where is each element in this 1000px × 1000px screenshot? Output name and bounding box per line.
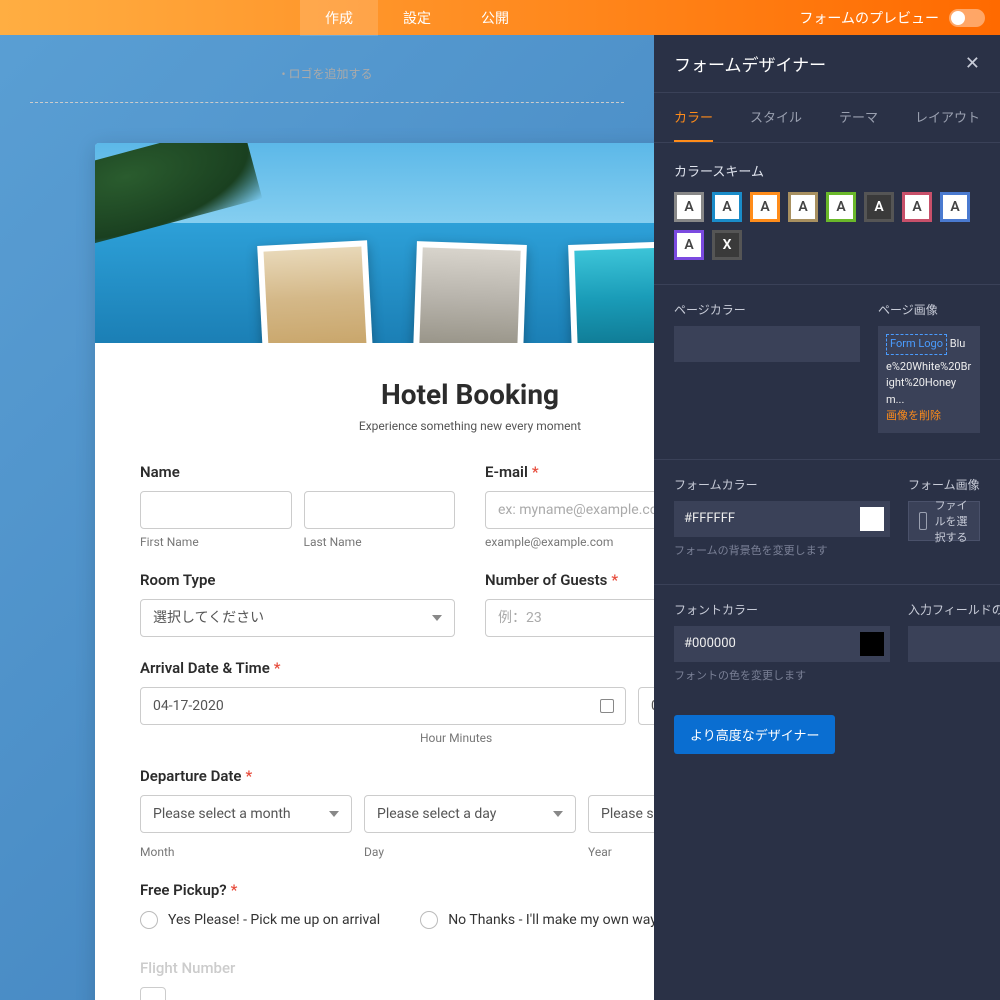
hero-photo — [257, 240, 373, 343]
dep-day-select[interactable]: Please select a day — [364, 795, 576, 833]
preview-label: フォームのプレビュー — [799, 8, 939, 28]
preview-toggle[interactable] — [949, 9, 985, 27]
page-color-input[interactable] — [674, 326, 860, 362]
pickup-yes-option[interactable]: Yes Please! - Pick me up on arrival — [140, 911, 380, 929]
form-title: Hotel Booking — [140, 378, 654, 411]
add-logo-hint[interactable]: • ロゴを追加する — [30, 35, 624, 103]
input-bg-input[interactable] — [908, 626, 1000, 662]
flight-number-label: Flight Number — [140, 959, 654, 977]
email-label: E-mail* — [485, 463, 654, 481]
hero-photo — [568, 241, 654, 343]
room-type-select[interactable]: 選択してください — [140, 599, 455, 637]
dep-year-select[interactable]: Please select a year — [588, 795, 654, 833]
color-swatch[interactable]: A — [826, 192, 856, 222]
panel-title: フォームデザイナー — [674, 51, 826, 76]
radio-icon — [140, 911, 158, 929]
tab-layout[interactable]: レイアウト — [915, 93, 980, 142]
form-card: Hotel Booking Experience something new e… — [95, 143, 654, 1000]
form-color-hint: フォームの背景色を変更します — [674, 543, 890, 558]
dep-month-sub: Month — [140, 845, 352, 859]
tab-theme[interactable]: テーマ — [839, 93, 878, 142]
nav-build[interactable]: 作成 — [300, 0, 378, 36]
color-chip — [860, 632, 884, 656]
nav-publish[interactable]: 公開 — [456, 0, 534, 36]
page-color-label: ページカラー — [674, 301, 860, 318]
dep-year-sub: Year — [588, 845, 654, 859]
canvas: • ロゴを追加する Hotel Booking Experience somet… — [0, 35, 654, 1000]
dep-day-sub: Day — [364, 845, 576, 859]
close-icon[interactable]: ✕ — [965, 53, 980, 74]
topbar-nav: 作成 設定 公開 — [300, 0, 534, 36]
remove-image-link[interactable]: 画像を削除 — [886, 409, 941, 422]
form-color-input[interactable] — [674, 501, 890, 537]
input-bg-label: 入力フィールドの背景 — [908, 601, 1000, 618]
color-swatch[interactable]: A — [864, 192, 894, 222]
calendar-icon[interactable] — [600, 699, 614, 713]
font-color-label: フォントカラー — [674, 601, 890, 618]
topbar-right: フォームのプレビュー — [799, 8, 1000, 28]
dep-month-select[interactable]: Please select a month — [140, 795, 352, 833]
arrival-date-input[interactable] — [140, 687, 626, 725]
image-icon — [919, 512, 927, 530]
form-subtitle: Experience something new every moment — [140, 419, 654, 433]
first-name-sublabel: First Name — [140, 535, 292, 549]
pickup-no-option[interactable]: No Thanks - I'll make my own way — [420, 911, 654, 929]
tab-color[interactable]: カラー — [674, 93, 713, 142]
form-color-label: フォームカラー — [674, 476, 890, 493]
guests-label: Number of Guests* — [485, 571, 654, 589]
page-image-preview[interactable]: Form Logo Blue%20White%20Bright%20Honeym… — [878, 326, 980, 433]
color-swatch[interactable]: X — [712, 230, 742, 260]
arrival-label: Arrival Date & Time* — [140, 659, 654, 677]
pickup-label: Free Pickup?* — [140, 881, 654, 899]
name-label: Name — [140, 463, 455, 481]
room-type-label: Room Type — [140, 571, 455, 589]
first-name-input[interactable] — [140, 491, 292, 529]
hero-banner — [95, 143, 654, 343]
page-image-label: ページ画像 — [878, 301, 980, 318]
color-swatch[interactable]: A — [750, 192, 780, 222]
image-placeholder-icon: Form Logo — [886, 334, 947, 355]
color-chip — [860, 507, 884, 531]
hero-photo — [413, 241, 527, 343]
color-swatch[interactable]: A — [940, 192, 970, 222]
email-input[interactable] — [485, 491, 654, 529]
color-swatch[interactable]: A — [788, 192, 818, 222]
arrival-time-input[interactable] — [638, 687, 654, 725]
designer-panel: フォームデザイナー ✕ カラー スタイル テーマ レイアウト カラースキーム A… — [654, 35, 1000, 1000]
color-scheme-label: カラースキーム — [674, 161, 980, 180]
nav-settings[interactable]: 設定 — [378, 0, 456, 36]
topbar: 作成 設定 公開 フォームのプレビュー — [0, 0, 1000, 35]
email-hint: example@example.com — [485, 535, 654, 549]
color-swatch[interactable]: A — [674, 192, 704, 222]
color-swatch[interactable]: A — [712, 192, 742, 222]
color-swatch[interactable]: A — [902, 192, 932, 222]
font-color-input[interactable] — [674, 626, 890, 662]
tab-style[interactable]: スタイル — [750, 93, 802, 142]
color-swatch[interactable]: A — [674, 230, 704, 260]
flight-number-input[interactable] — [140, 987, 166, 1000]
swatch-grid: AAAAAAAAAX — [674, 192, 980, 260]
select-file-button[interactable]: ファイルを選択する — [908, 501, 980, 541]
time-hint: Hour Minutes — [420, 731, 654, 745]
advanced-designer-button[interactable]: より高度なデザイナー — [674, 715, 835, 754]
last-name-sublabel: Last Name — [304, 535, 456, 549]
last-name-input[interactable] — [304, 491, 456, 529]
form-image-label: フォーム画像 — [908, 476, 980, 493]
guests-input[interactable] — [485, 599, 654, 637]
form-body: Hotel Booking Experience something new e… — [95, 343, 654, 1000]
radio-icon — [420, 911, 438, 929]
font-color-hint: フォントの色を変更します — [674, 668, 890, 683]
departure-label: Departure Date* — [140, 767, 654, 785]
